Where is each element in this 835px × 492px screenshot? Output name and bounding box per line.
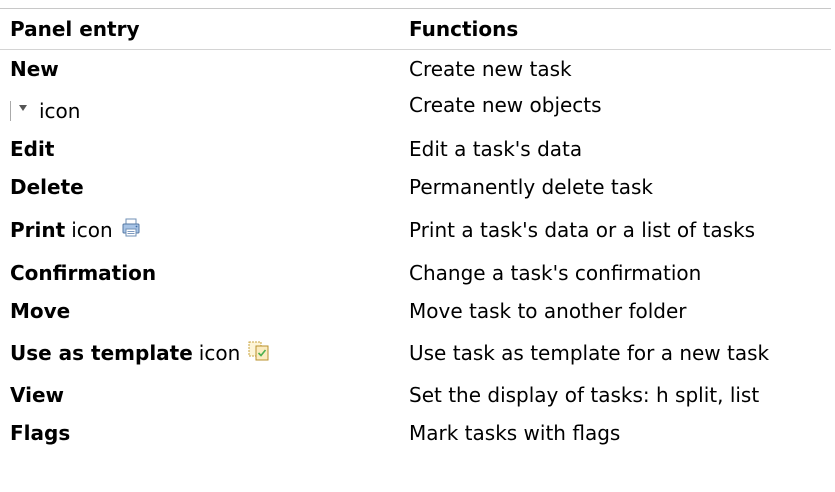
entry-delete: Delete <box>10 175 84 199</box>
dropdown-arrow-icon <box>10 101 27 121</box>
entry-dropdown-icon: icon <box>10 92 80 130</box>
entry-print: Print icon <box>10 211 141 249</box>
table-row-view: View Set the display of tasks: h split, … <box>0 376 831 414</box>
table-row-confirmation: Confirmation Change a task's confirmatio… <box>0 254 831 292</box>
entry-print-suffix: icon <box>71 218 113 242</box>
table-row-delete: Delete Permanently delete task <box>0 168 831 206</box>
entry-edit: Edit <box>10 137 55 161</box>
entry-use-as-template-suffix: icon <box>198 341 241 365</box>
entry-confirmation: Confirmation <box>10 261 157 285</box>
table-row-edit: Edit Edit a task's data <box>0 130 831 168</box>
entry-flags: Flags <box>10 421 71 445</box>
header-functions: Functions <box>409 17 519 41</box>
table-row-move: Move Move task to another folder <box>0 292 831 330</box>
function-create-new-task: Create new task <box>409 57 572 81</box>
function-move-task: Move task to another folder <box>409 299 687 323</box>
panel-entries-table: Panel entry Functions New Create new tas… <box>0 0 835 492</box>
table-header-row: Panel entry Functions <box>0 10 831 48</box>
entry-print-label: Print <box>10 218 66 242</box>
function-edit-task-data: Edit a task's data <box>409 137 583 161</box>
table-row-create-new-objects: icon Create new objects <box>0 86 831 124</box>
template-icon <box>248 341 270 366</box>
entry-dropdown-icon-suffix: icon <box>39 99 81 123</box>
header-panel-entry: Panel entry <box>10 17 140 41</box>
function-delete-task: Permanently delete task <box>409 175 653 199</box>
table-row-print: Print icon Print a task's data or a list… <box>0 211 831 249</box>
function-create-new-objects: Create new objects <box>409 93 602 117</box>
entry-use-as-template: Use as template icon <box>10 334 270 372</box>
function-use-as-template: Use task as template for a new task <box>409 341 770 365</box>
entry-use-as-template-label: Use as template <box>10 341 193 365</box>
function-mark-flags: Mark tasks with flags <box>409 421 621 445</box>
function-print-task-data: Print a task's data or a list of tasks <box>409 218 756 242</box>
function-set-display: Set the display of tasks: h split, list <box>409 383 760 407</box>
printer-icon <box>121 218 141 243</box>
table-top-rule <box>0 8 831 9</box>
table-row-flags: Flags Mark tasks with flags <box>0 414 831 452</box>
entry-view: View <box>10 383 65 407</box>
table-row-new: New Create new task <box>0 50 831 88</box>
entry-move: Move <box>10 299 71 323</box>
table-row-use-as-template: Use as template icon Use task as templat… <box>0 334 831 372</box>
function-change-confirmation: Change a task's confirmation <box>409 261 702 285</box>
entry-new: New <box>10 57 59 81</box>
